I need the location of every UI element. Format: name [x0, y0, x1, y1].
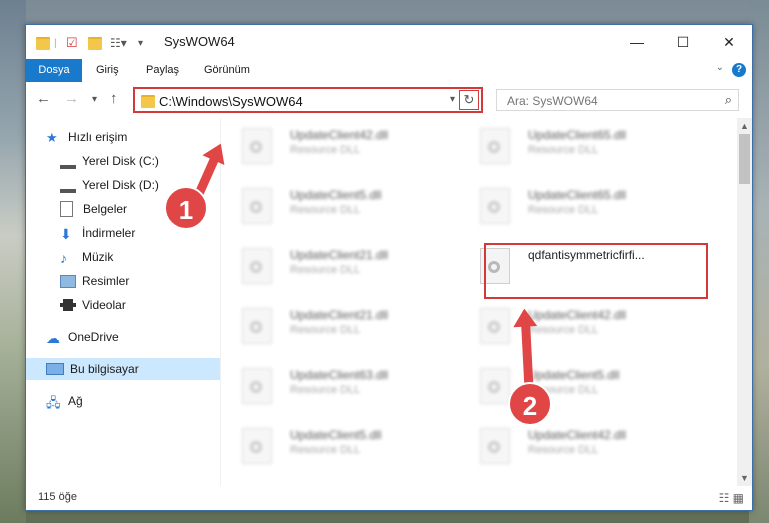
list-item[interactable]: UpdateClient42.dll Resource DLL	[222, 120, 452, 172]
window-title: SysWOW64	[164, 34, 235, 49]
star-icon: ★	[46, 130, 58, 145]
sidebar-item-network[interactable]: 🖧 Ağ	[26, 390, 240, 412]
dll-file-icon	[242, 308, 272, 344]
address-path[interactable]: C:\Windows\SysWOW64	[159, 94, 303, 109]
sidebar-item-label: Videolar	[82, 298, 126, 312]
network-icon: 🖧	[46, 395, 61, 410]
chevron-down-icon[interactable]: ⌄	[716, 62, 724, 73]
tab-view[interactable]: Görünüm	[204, 59, 250, 82]
dll-file-icon	[242, 188, 272, 224]
document-icon	[60, 201, 73, 217]
minimize-button[interactable]: —	[614, 25, 660, 59]
list-item[interactable]: UpdateClient5.dll Resource DLL	[460, 360, 690, 412]
scrollbar-thumb[interactable]	[739, 134, 750, 184]
dll-file-icon	[242, 368, 272, 404]
back-arrow-icon[interactable]: ←	[36, 90, 51, 107]
refresh-icon[interactable]: ↻	[459, 90, 479, 110]
computer-icon	[46, 363, 64, 375]
new-folder-icon[interactable]	[88, 35, 102, 51]
sidebar-item-label: Müzik	[82, 250, 114, 264]
item-count: 115 öğe	[38, 491, 77, 503]
folder-icon	[141, 95, 155, 111]
list-item[interactable]: UpdateClient42.dll Resource DLL	[460, 300, 690, 352]
address-bar[interactable]: C:\Windows\SysWOW64 ▾ ↻	[133, 87, 483, 113]
search-box[interactable]: ⌕	[496, 89, 739, 111]
list-item[interactable]: UpdateClient5.dll Resource DLL	[222, 420, 452, 472]
list-item[interactable]: UpdateClient63.dll Resource DLL	[222, 360, 452, 412]
sidebar-item-label: Yerel Disk (D:)	[82, 178, 159, 192]
forward-arrow-icon[interactable]: →	[64, 90, 79, 107]
search-input[interactable]	[505, 93, 709, 109]
sidebar-item-label: Hızlı erişim	[68, 130, 128, 144]
separator: |	[54, 37, 57, 49]
vertical-scrollbar[interactable]: ▲ ▼	[737, 118, 752, 486]
video-icon	[60, 299, 76, 311]
annotation-badge-1: 1	[164, 186, 208, 230]
drive-icon	[60, 159, 76, 169]
properties-icon[interactable]: ☑	[66, 35, 78, 51]
recent-locations-icon[interactable]: ▾	[92, 94, 97, 105]
ribbon: Dosya Giriş Paylaş Görünüm ⌄ ?	[26, 59, 752, 111]
cloud-icon: ☁	[46, 330, 60, 346]
music-icon: ♪	[60, 250, 67, 266]
up-arrow-icon[interactable]: ↑	[110, 90, 118, 107]
sidebar-item-label: OneDrive	[68, 330, 119, 344]
list-item[interactable]: UpdateClient65.dll Resource DLL	[460, 120, 690, 172]
navigation-pane: ★ Hızlı erişim Yerel Disk (C:) 📌 Yerel D…	[26, 118, 244, 486]
list-item[interactable]: UpdateClient5.dll Resource DLL	[222, 180, 452, 232]
dll-file-icon	[242, 248, 272, 284]
dll-file-icon	[480, 308, 510, 344]
customize-toolbar-icon[interactable]: ☷▾	[110, 35, 127, 51]
dll-file-icon	[480, 428, 510, 464]
dll-file-icon	[480, 368, 510, 404]
tab-home[interactable]: Giriş	[96, 59, 119, 82]
sidebar-item-label: Bu bilgisayar	[70, 362, 139, 376]
sidebar-item-label: Resimler	[82, 274, 130, 288]
dll-file-icon	[242, 128, 272, 164]
explorer-window: | ☑ ☷▾ ▾ SysWOW64 — ☐ ✕ Dosya Giriş Payl…	[25, 24, 753, 511]
title-bar: | ☑ ☷▾ ▾ SysWOW64 — ☐ ✕	[26, 25, 752, 59]
sidebar-item-label: İndirmeler	[82, 226, 136, 240]
tab-share[interactable]: Paylaş	[146, 59, 179, 82]
help-icon[interactable]: ?	[732, 63, 746, 77]
search-icon[interactable]: ⌕	[725, 92, 732, 108]
desktop-background	[0, 0, 26, 523]
sidebar-item-label: Ağ	[68, 394, 83, 408]
folder-icon	[36, 35, 50, 51]
scroll-down-icon[interactable]: ▼	[740, 473, 749, 483]
address-dropdown-icon[interactable]: ▾	[450, 94, 455, 105]
download-icon: ⬇	[60, 226, 72, 242]
scroll-up-icon[interactable]: ▲	[740, 121, 749, 131]
maximize-button[interactable]: ☐	[660, 25, 706, 59]
pane-divider[interactable]	[220, 118, 221, 486]
highlight-box	[484, 243, 708, 299]
annotation-badge-2: 2	[508, 382, 552, 426]
sidebar-item-this-pc[interactable]: Bu bilgisayar	[26, 358, 220, 380]
sidebar-item-label: Yerel Disk (C:)	[82, 154, 159, 168]
navigation-bar: ← → ▾ ↑ C:\Windows\SysWOW64 ▾ ↻ ⌕	[26, 82, 752, 118]
dll-file-icon	[480, 128, 510, 164]
dll-file-icon	[480, 188, 510, 224]
drive-icon	[60, 183, 76, 193]
status-bar: 115 öğe ☷ ▦	[26, 486, 752, 510]
list-item[interactable]: UpdateClient42.dll Resource DLL	[460, 420, 690, 472]
close-button[interactable]: ✕	[706, 25, 752, 59]
list-item[interactable]: UpdateClient21.dll Resource DLL	[222, 240, 452, 292]
dll-file-icon	[242, 428, 272, 464]
file-list: UpdateClient42.dll Resource DLL UpdateCl…	[222, 118, 737, 486]
list-item[interactable]: UpdateClient65.dll Resource DLL	[460, 180, 690, 232]
picture-icon	[60, 274, 76, 288]
sidebar-item-onedrive[interactable]: ☁ OneDrive	[26, 326, 240, 348]
view-toggle-icons[interactable]: ☷ ▦	[719, 491, 744, 505]
quick-access-dropdown-icon[interactable]: ▾	[138, 35, 143, 51]
list-item[interactable]: UpdateClient21.dll Resource DLL	[222, 300, 452, 352]
sidebar-item-label: Belgeler	[83, 202, 128, 216]
